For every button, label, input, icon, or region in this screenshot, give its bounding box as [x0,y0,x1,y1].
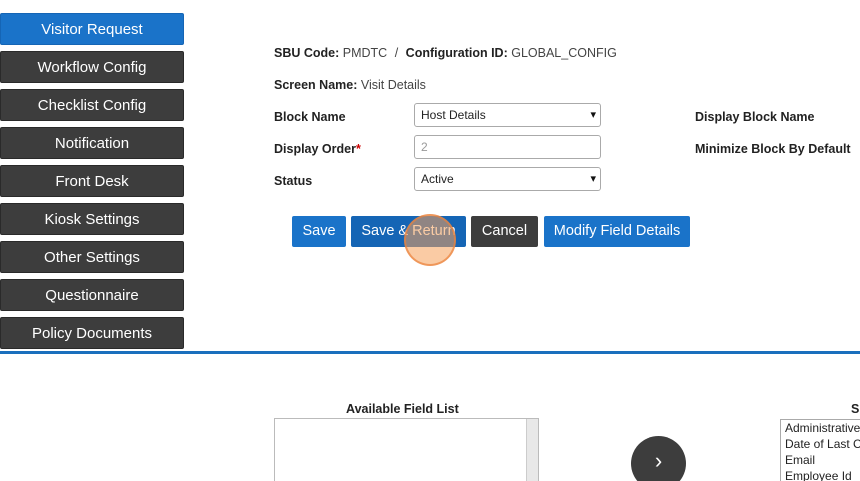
selected-field-list-title: S [851,402,860,416]
sidebar: Visitor Request Workflow Config Checklis… [0,13,184,355]
modify-field-details-button[interactable]: Modify Field Details [544,216,690,247]
scrollbar[interactable] [526,419,538,481]
display-order-label: Display Order [274,142,356,156]
chevron-down-icon: ▾ [590,109,596,121]
display-order-label-wrap: Display Order* [274,142,361,156]
status-value: Active [421,172,454,186]
sbu-code-row: SBU Code: PMDTC / Configuration ID: GLOB… [274,46,617,60]
required-mark: * [355,142,361,156]
chevron-down-icon: ▾ [590,173,596,185]
display-order-input[interactable]: 2 [414,135,601,159]
list-item[interactable]: Email [781,452,860,468]
block-name-label: Block Name [274,110,346,124]
cancel-button[interactable]: Cancel [471,216,538,247]
sidebar-item-kiosk-settings[interactable]: Kiosk Settings [0,203,184,235]
sidebar-item-checklist-config[interactable]: Checklist Config [0,89,184,121]
list-item[interactable]: Date of Last C [781,436,860,452]
screen-name-row: Screen Name: Visit Details [274,78,426,92]
sidebar-item-questionnaire[interactable]: Questionnaire [0,279,184,311]
app-root: Visitor Request Workflow Config Checklis… [0,0,860,481]
block-name-select[interactable]: Host Details ▾ [414,103,601,127]
sbu-code-label: SBU Code: [274,46,340,60]
sbu-code-value: PMDTC [342,46,388,60]
minimize-block-label: Minimize Block By Default [695,142,851,156]
screen-name-label: Screen Name: [274,78,358,92]
save-button[interactable]: Save [292,216,346,247]
section-divider [0,351,860,354]
status-label: Status [274,174,313,188]
screen-name-value: Visit Details [360,78,426,92]
status-select[interactable]: Active ▾ [414,167,601,191]
sidebar-item-other-settings[interactable]: Other Settings [0,241,184,273]
move-right-button[interactable]: › [631,436,686,481]
sidebar-item-front-desk[interactable]: Front Desk [0,165,184,197]
sidebar-item-visitor-request[interactable]: Visitor Request [0,13,184,45]
config-id-value: GLOBAL_CONFIG [511,46,617,60]
display-block-name-label: Display Block Name [695,110,815,124]
config-id-label: Configuration ID: [405,46,508,60]
block-name-value: Host Details [421,108,486,122]
list-item[interactable]: Employee Id [781,468,860,481]
save-and-return-button[interactable]: Save & Return [351,216,466,247]
sidebar-item-notification[interactable]: Notification [0,127,184,159]
available-field-list-title: Available Field List [346,402,459,416]
selected-field-list[interactable]: Administrative Date of Last C Email Empl… [780,419,860,481]
sidebar-item-workflow-config[interactable]: Workflow Config [0,51,184,83]
header-separator: / [394,46,399,60]
sidebar-item-policy-documents[interactable]: Policy Documents [0,317,184,349]
list-item[interactable]: Administrative [781,420,860,436]
available-field-list[interactable] [274,418,539,481]
chevron-right-icon: › [654,448,663,473]
